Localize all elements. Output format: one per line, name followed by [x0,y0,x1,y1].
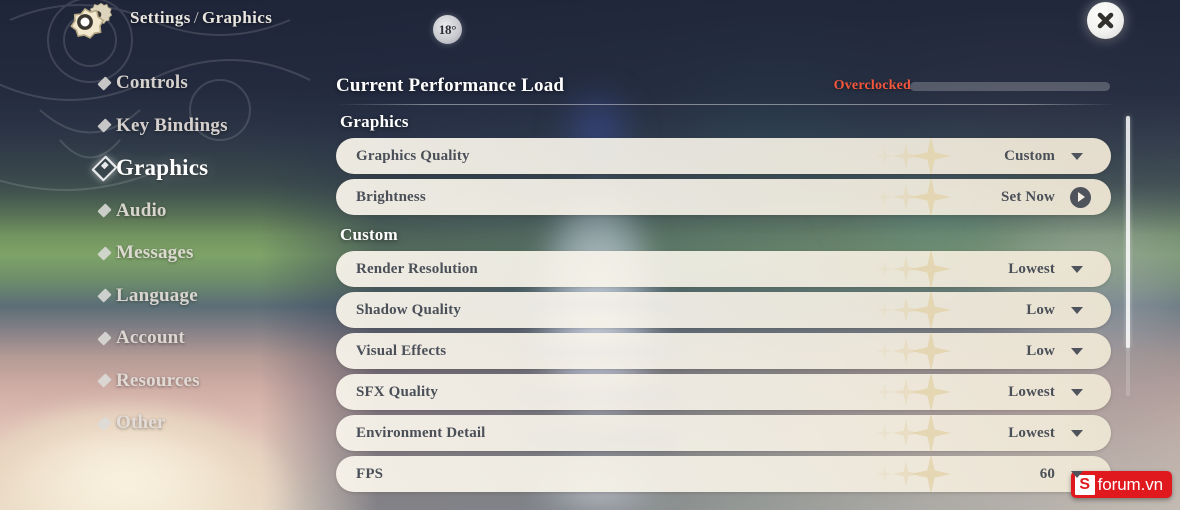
sidebar-item-label: Controls [116,72,188,94]
setting-row[interactable]: Render Resolution Lowest [336,251,1111,287]
setting-label: Graphics Quality [356,147,470,164]
chevron-down-icon[interactable] [1071,347,1083,355]
setting-value: Set Now [1001,188,1055,205]
chevron-down-icon[interactable] [1071,265,1083,273]
diamond-bullet-icon [97,416,112,431]
setting-label: Environment Detail [356,424,486,441]
chevron-down-icon[interactable] [1071,429,1083,437]
chevron-down-icon[interactable] [1071,470,1083,478]
chevron-down-icon[interactable] [1071,306,1083,314]
settings-sections: Graphics Graphics Quality Custom Brightness… [336,112,1126,492]
setting-row[interactable]: Environment Detail Lowest [336,415,1111,451]
sidebar-item-label: Key Bindings [116,114,228,136]
sidebar-item-label: Account [116,327,185,349]
sidebar-item-key-bindings[interactable]: Key Bindings [0,105,320,148]
setting-value: Lowest [1008,383,1055,400]
sidebar-nav: Controls Key Bindings Graphics Audio Message… [0,62,320,445]
breadcrumb-current: Graphics [201,8,273,27]
performance-load-title: Current Performance Load [336,75,565,96]
scrollbar[interactable] [1126,116,1130,396]
scrollbar-thumb[interactable] [1126,116,1130,348]
breadcrumb-separator: / [193,8,199,27]
setting-label: Shadow Quality [356,301,462,318]
temperature-badge: 18° [433,15,462,44]
settings-screen: Settings / Graphics 18° Controls Key Bindin… [0,0,1180,510]
chevron-down-icon[interactable] [1071,388,1083,396]
section-heading: Graphics [340,112,409,131]
setting-label: FPS [356,465,384,482]
breadcrumb: Settings / Graphics [130,8,272,28]
setting-value: Lowest [1008,424,1055,441]
setting-value: Custom [1004,147,1055,164]
sparkle-ornament-icon [821,179,951,215]
setting-row[interactable]: SFX Quality Lowest [336,374,1111,410]
sidebar-item-audio[interactable]: Audio [0,190,320,233]
setting-label: Render Resolution [356,260,478,277]
performance-load-row: Current Performance Load Overclocked [336,70,1126,102]
setting-value: 60 [1039,465,1055,482]
diamond-bullet-icon [97,373,112,388]
sidebar-item-messages[interactable]: Messages [0,232,320,275]
setting-row[interactable]: Shadow Quality Low [336,292,1111,328]
arrow-right-icon[interactable] [1070,186,1091,208]
settings-row-group: Render Resolution Lowest Shadow Quality Low… [336,251,1111,492]
setting-row[interactable]: Visual Effects Low [336,333,1111,369]
diamond-bullet-icon [97,118,112,133]
sidebar-item-label: Language [116,284,198,306]
section-heading: Custom [340,225,398,244]
watermark: S forum.vn [1070,471,1172,498]
sparkle-ornament-icon [821,456,951,492]
diamond-bullet-icon [97,246,112,261]
sidebar-item-label: Other [116,412,166,434]
diamond-bullet-icon [97,331,112,346]
sparkle-ornament-icon [821,333,951,369]
setting-row[interactable]: FPS 60 [336,456,1111,492]
setting-label: Brightness [356,188,426,205]
sidebar-item-other[interactable]: Other [0,402,320,445]
setting-row[interactable]: Brightness Set Now [336,179,1111,215]
diamond-bullet-icon [97,288,112,303]
sparkle-ornament-icon [821,374,951,410]
sidebar-item-account[interactable]: Account [0,317,320,360]
sidebar-item-label: Audio [116,199,167,221]
sparkle-ornament-icon [821,251,951,287]
setting-value: Low [1026,342,1055,359]
selected-marker-icon [91,155,118,182]
settings-content: Current Performance Load Overclocked Gra… [336,70,1126,497]
sidebar-item-label: Messages [116,242,194,264]
setting-value: Low [1026,301,1055,318]
gear-icon [70,2,113,39]
sidebar-item-controls[interactable]: Controls [0,62,320,105]
setting-value: Lowest [1008,260,1055,277]
diamond-bullet-icon [97,76,112,91]
sidebar-item-language[interactable]: Language [0,275,320,318]
setting-label: Visual Effects [356,342,447,359]
diamond-bullet-icon [97,203,112,218]
sidebar-item-label: Resources [116,369,200,391]
setting-label: SFX Quality [356,383,439,400]
sidebar-item-label: Graphics [116,155,209,181]
sparkle-ornament-icon [821,138,951,174]
chevron-down-icon[interactable] [1071,152,1083,160]
performance-load-bar [910,81,1110,91]
close-icon [1097,12,1114,29]
settings-row-group: Graphics Quality Custom Brightness Set Now [336,138,1111,215]
breadcrumb-root[interactable]: Settings [130,8,191,27]
sidebar-item-graphics[interactable]: Graphics [0,147,320,190]
sparkle-ornament-icon [821,292,951,328]
performance-status-label: Overclocked [833,78,911,93]
watermark-text: forum.vn [1097,474,1163,494]
sparkle-ornament-icon [821,415,951,451]
close-button[interactable] [1087,2,1124,39]
sidebar-item-resources[interactable]: Resources [0,360,320,403]
setting-row[interactable]: Graphics Quality Custom [336,138,1111,174]
watermark-badge-letter: S [1074,474,1095,495]
